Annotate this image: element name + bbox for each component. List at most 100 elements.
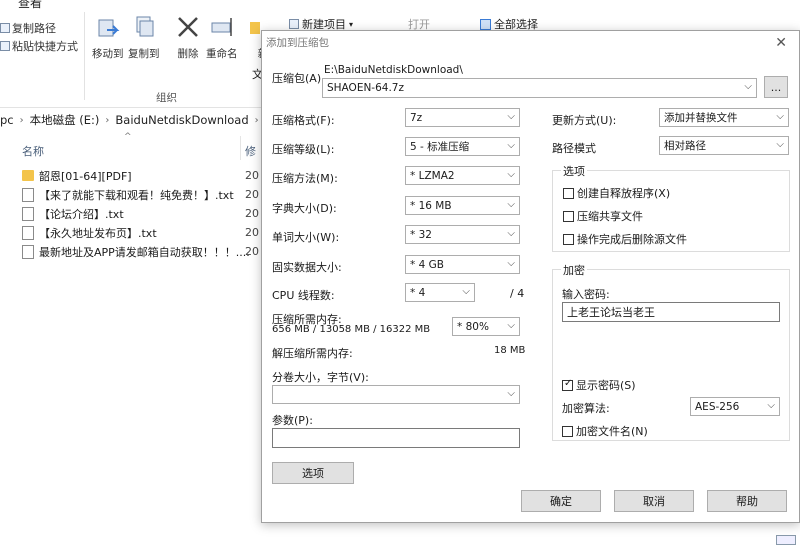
cancel-button[interactable]: 取消 <box>614 490 694 512</box>
checkbox-unchecked[interactable] <box>563 233 574 245</box>
delete-source-checkbox[interactable]: 操作完成后删除源文件 <box>563 231 687 247</box>
ok-button[interactable]: 确定 <box>521 490 601 512</box>
sort-ascending-icon: ^ <box>124 132 132 142</box>
add-to-archive-dialog: 添加到压缩包 ✕ 压缩包(A) E:\BaiduNetdiskDownload\… <box>261 30 800 523</box>
file-list-header: ^ 名称 修 <box>0 132 262 164</box>
encrypt-filenames-checkbox[interactable]: 加密文件名(N) <box>562 423 648 439</box>
password-input[interactable]: 上老王论坛当老王 <box>562 302 780 322</box>
checkbox-unchecked[interactable] <box>562 425 573 437</box>
archive-path: E:\BaiduNetdiskDownload\ <box>324 64 463 76</box>
word-size-label: 单词大小(W): <box>272 231 340 244</box>
create-sfx-checkbox[interactable]: 创建自释放程序(X) <box>563 185 670 201</box>
chevron-down-icon: ⌵ <box>462 286 470 297</box>
list-item[interactable]: 【来了就能下载和观看！纯免费！】.txt 20 <box>22 185 262 204</box>
help-button[interactable]: 帮助 <box>707 490 787 512</box>
cpu-threads-label: CPU 线程数: <box>272 289 335 302</box>
chevron-right-icon: › <box>254 114 259 126</box>
memory-percent-select[interactable]: * 80% ⌵ <box>452 317 520 336</box>
chevron-down-icon: ⌵ <box>507 111 515 122</box>
checkbox-checked[interactable] <box>562 378 573 391</box>
delete-button[interactable]: 删除 <box>175 14 201 61</box>
options-button[interactable]: 选项 <box>272 462 354 484</box>
chevron-down-icon: ⌵ <box>507 169 515 180</box>
text-file-icon <box>22 244 34 259</box>
text-file-icon <box>22 225 34 240</box>
solid-size-select[interactable]: * 4 GB ⌵ <box>405 255 520 274</box>
format-label: 压缩格式(F): <box>272 114 335 127</box>
decompress-memory-value: 18 MB <box>494 345 526 356</box>
chevron-down-icon: ⌵ <box>767 400 775 411</box>
list-item[interactable]: 最新地址及APP请发邮箱自动获取！！！.... 20 <box>22 242 262 261</box>
paste-shortcut-icon <box>0 41 10 51</box>
encryption-group-title: 加密 <box>561 262 587 278</box>
options-group: 选项 创建自释放程序(X) 压缩共享文件 操作完成后删除源文件 <box>552 163 790 252</box>
breadcrumb-folder[interactable]: BaiduNetdiskDownload <box>115 113 248 127</box>
level-select[interactable]: 5 - 标准压缩 ⌵ <box>405 137 520 156</box>
chevron-down-icon: ⌵ <box>507 228 515 239</box>
rename-icon <box>209 14 235 40</box>
column-date[interactable]: 修 <box>245 143 256 159</box>
path-mode-select[interactable]: 相对路径 ⌵ <box>659 136 789 155</box>
chevron-down-icon: ▾ <box>349 19 354 29</box>
decompress-memory-label: 解压缩所需内存: <box>272 347 353 360</box>
taskbar-tray-icon[interactable] <box>776 535 796 545</box>
dictionary-label: 字典大小(D): <box>272 202 337 215</box>
close-icon[interactable]: ✕ <box>775 35 787 51</box>
text-file-icon <box>22 206 34 221</box>
compress-shared-checkbox[interactable]: 压缩共享文件 <box>563 208 643 224</box>
options-group-title: 选项 <box>561 163 587 179</box>
method-select[interactable]: * LZMA2 ⌵ <box>405 166 520 185</box>
list-item[interactable]: 韶恩[01-64][PDF] 20 <box>22 166 262 185</box>
dialog-title: 添加到压缩包 <box>266 37 329 49</box>
encryption-method-select[interactable]: AES-256 ⌵ <box>690 397 780 416</box>
column-name[interactable]: 名称 <box>22 143 44 159</box>
update-mode-select[interactable]: 添加并替换文件 ⌵ <box>659 108 789 127</box>
folder-icon <box>22 170 34 181</box>
list-item[interactable]: 【论坛介绍】.txt 20 <box>22 204 262 223</box>
breadcrumb-pc[interactable]: pc <box>0 113 14 127</box>
chevron-down-icon: ⌵ <box>776 111 784 122</box>
organize-group-label: 组织 <box>156 92 177 104</box>
dictionary-select[interactable]: * 16 MB ⌵ <box>405 196 520 215</box>
parameters-input[interactable] <box>272 428 520 448</box>
compress-memory-value: 656 MB / 13058 MB / 16322 MB <box>272 324 431 335</box>
chevron-down-icon: ⌵ <box>507 258 515 269</box>
password-label: 输入密码: <box>562 288 610 301</box>
archive-name-combo[interactable]: SHAOEN-64.7z ⌵ <box>322 78 757 98</box>
checkbox-unchecked[interactable] <box>563 210 574 222</box>
copy-to-button[interactable]: 复制到 <box>128 14 160 61</box>
word-size-select[interactable]: * 32 ⌵ <box>405 225 520 244</box>
chevron-down-icon[interactable]: ⌵ <box>744 81 752 92</box>
breadcrumb-drive[interactable]: 本地磁盘 (E:) <box>30 112 100 128</box>
level-label: 压缩等级(L): <box>272 143 335 156</box>
chevron-down-icon: ⌵ <box>507 388 515 399</box>
text-file-icon <box>22 187 34 202</box>
paste-shortcut-button[interactable]: 粘贴快捷方式 <box>0 38 78 54</box>
format-select[interactable]: 7z ⌵ <box>405 108 520 127</box>
delete-icon <box>175 14 201 40</box>
checkbox-unchecked[interactable] <box>563 187 574 199</box>
list-item[interactable]: 【永久地址发布页】.txt 20 <box>22 223 262 242</box>
show-password-checkbox[interactable]: 显示密码(S) <box>562 377 636 393</box>
move-to-button[interactable]: 移动到 <box>92 14 124 61</box>
ribbon-divider <box>84 12 85 100</box>
rename-button[interactable]: 重命名 <box>206 14 238 61</box>
cpu-threads-total: / 4 <box>510 287 525 300</box>
update-mode-label: 更新方式(U): <box>552 114 617 127</box>
browse-button[interactable]: ... <box>764 76 788 98</box>
cpu-threads-select[interactable]: * 4 ⌵ <box>405 283 475 302</box>
column-divider[interactable] <box>240 136 241 160</box>
file-list: 韶恩[01-64][PDF] 20 【来了就能下载和观看！纯免费！】.txt 2… <box>22 166 262 261</box>
chevron-right-icon: › <box>19 114 24 126</box>
chevron-right-icon: › <box>105 114 110 126</box>
split-size-label: 分卷大小，字节(V): <box>272 371 369 384</box>
move-to-icon <box>95 14 121 40</box>
chevron-down-icon: ⌵ <box>507 199 515 210</box>
copy-path-button[interactable]: 复制路径 <box>0 20 56 36</box>
split-size-combo[interactable]: ⌵ <box>272 385 520 404</box>
archive-label: 压缩包(A) <box>272 72 322 85</box>
solid-size-label: 固实数据大小: <box>272 261 342 274</box>
encryption-method-label: 加密算法: <box>562 402 610 415</box>
ribbon-tab-view[interactable]: 查看 <box>18 0 42 11</box>
encryption-group: 加密 输入密码: 上老王论坛当老王 显示密码(S) 加密算法: AES-256 … <box>552 262 790 441</box>
